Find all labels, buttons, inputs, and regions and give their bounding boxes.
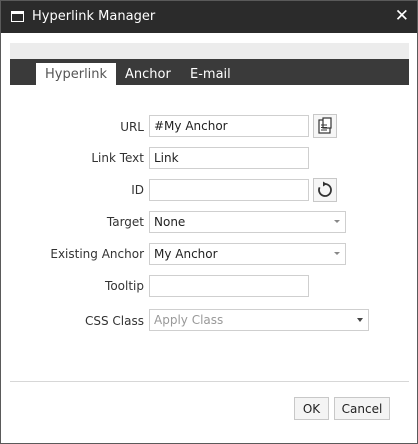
hyperlink-panel: URL #My Anchor Link Text Link ID Target (10, 85, 409, 375)
css-class-dropdown[interactable]: Apply Class (149, 309, 369, 331)
chevron-down-icon (334, 252, 340, 255)
url-input[interactable]: #My Anchor (149, 115, 309, 137)
toolbar-strip (10, 43, 409, 59)
tab-anchor[interactable]: Anchor (116, 63, 180, 85)
css-class-selected: Apply Class (154, 313, 224, 327)
chevron-down-icon (357, 318, 363, 322)
existing-anchor-dropdown[interactable]: My Anchor (149, 243, 346, 265)
tooltip-input[interactable] (149, 275, 309, 297)
existing-anchor-label: Existing Anchor (50, 247, 144, 261)
refresh-id-button[interactable] (313, 178, 337, 202)
window-icon (11, 11, 24, 22)
css-class-label: CSS Class (85, 314, 144, 328)
hyperlink-manager-dialog: Hyperlink Manager ✕ Hyperlink Anchor E-m… (0, 0, 418, 444)
id-label: ID (131, 183, 144, 197)
link-text-label: Link Text (91, 151, 144, 165)
ok-button[interactable]: OK (294, 397, 329, 420)
url-label: URL (120, 120, 144, 134)
tooltip-label: Tooltip (105, 279, 144, 293)
target-dropdown[interactable]: None (149, 211, 346, 233)
refresh-icon (318, 181, 332, 197)
chevron-down-icon (334, 220, 340, 223)
document-manager-icon (318, 117, 332, 134)
target-selected: None (154, 215, 186, 229)
existing-anchor-selected: My Anchor (154, 247, 218, 261)
cancel-button[interactable]: Cancel (334, 397, 390, 420)
tab-hyperlink[interactable]: Hyperlink (36, 63, 117, 85)
tab-bar: Hyperlink Anchor E-mail (10, 59, 409, 85)
title-bar[interactable]: Hyperlink Manager ✕ (1, 1, 417, 33)
footer-divider (10, 381, 409, 382)
dialog-title: Hyperlink Manager (32, 9, 156, 24)
link-text-input[interactable]: Link (149, 147, 309, 169)
target-label: Target (106, 215, 144, 229)
document-manager-button[interactable] (313, 114, 337, 138)
tab-email[interactable]: E-mail (181, 63, 240, 85)
close-icon[interactable]: ✕ (395, 6, 409, 26)
id-input[interactable] (149, 179, 309, 201)
